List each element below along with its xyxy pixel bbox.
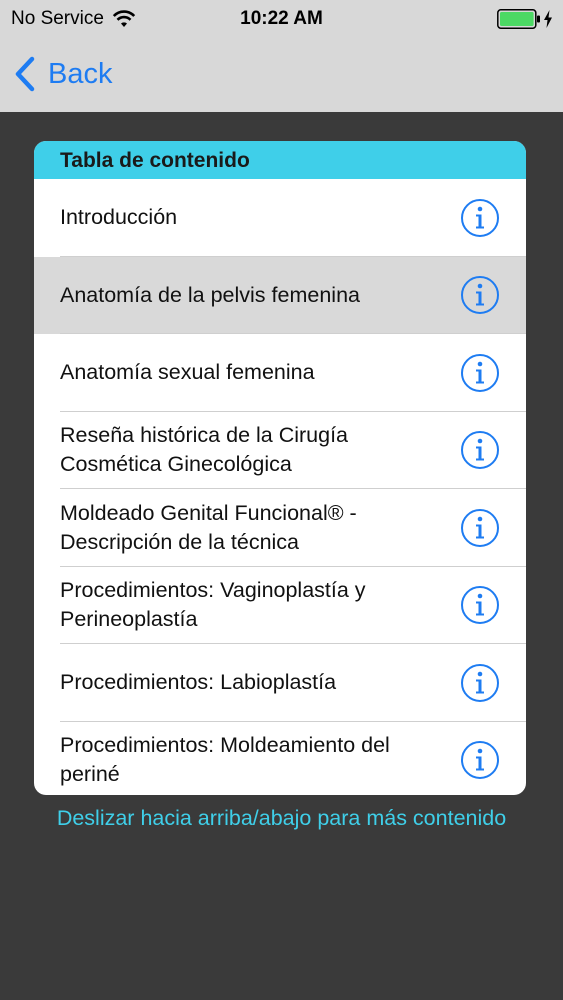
toc-item-label: Reseña histórica de la Cirugía Cosmética… <box>60 423 349 477</box>
scroll-hint: Deslizar hacia arriba/abajo para más con… <box>56 806 507 830</box>
back-button-label: Back <box>48 57 113 90</box>
toc-item-label: Anatomía sexual femenina <box>60 360 315 385</box>
table-of-contents-card: Tabla de contenido Introducción Anatomía … <box>34 141 526 795</box>
status-time: 10:22 AM <box>240 8 323 29</box>
info-icon[interactable] <box>460 275 500 315</box>
battery-indicator <box>497 9 553 29</box>
charging-bolt-icon <box>544 10 552 28</box>
toc-item[interactable]: Introducción <box>34 179 526 257</box>
toc-item-label: Introducción <box>60 205 178 230</box>
info-icon[interactable] <box>460 585 500 625</box>
back-button[interactable]: Back <box>12 54 112 94</box>
toc-item[interactable]: Reseña histórica de la Cirugía Cosmética… <box>34 412 526 489</box>
toc-header: Tabla de contenido <box>34 141 526 179</box>
toc-item[interactable]: Procedimientos: Moldeamiento del periné <box>34 722 526 796</box>
info-icon[interactable] <box>460 353 500 393</box>
info-icon[interactable] <box>460 663 500 703</box>
status-bar: No Service 10:22 AM <box>0 0 563 38</box>
toc-item-label: Procedimientos: Labioplastía <box>60 670 337 695</box>
toc-item-label: Anatomía de la pelvis femenina <box>60 282 360 307</box>
navigation-bar: Back <box>0 38 563 112</box>
info-icon[interactable] <box>460 740 500 780</box>
chevron-left-icon <box>15 56 35 92</box>
toc-item[interactable]: Anatomía de la pelvis femenina <box>34 256 526 334</box>
toc-item[interactable]: Procedimientos: Vaginoplastía y Perineop… <box>34 567 526 644</box>
info-icon[interactable] <box>460 508 500 548</box>
toc-list: Introducción Anatomía de la pelvis femeni… <box>34 179 526 795</box>
toc-item[interactable]: Moldeado Genital Funcional® - Descripció… <box>34 489 526 567</box>
toc-item[interactable]: Anatomía sexual femenina <box>34 334 526 412</box>
info-icon[interactable] <box>460 430 500 470</box>
battery-icon <box>497 9 540 29</box>
toc-item-label: Moldeado Genital Funcional® - Descripció… <box>60 500 357 554</box>
info-icon[interactable] <box>460 198 500 238</box>
toc-item-label: Procedimientos: Vaginoplastía y Perineop… <box>60 578 366 632</box>
toc-item-label: Procedimientos: Moldeamiento del periné <box>60 733 390 787</box>
toc-item[interactable]: Procedimientos: Labioplastía <box>34 644 526 722</box>
